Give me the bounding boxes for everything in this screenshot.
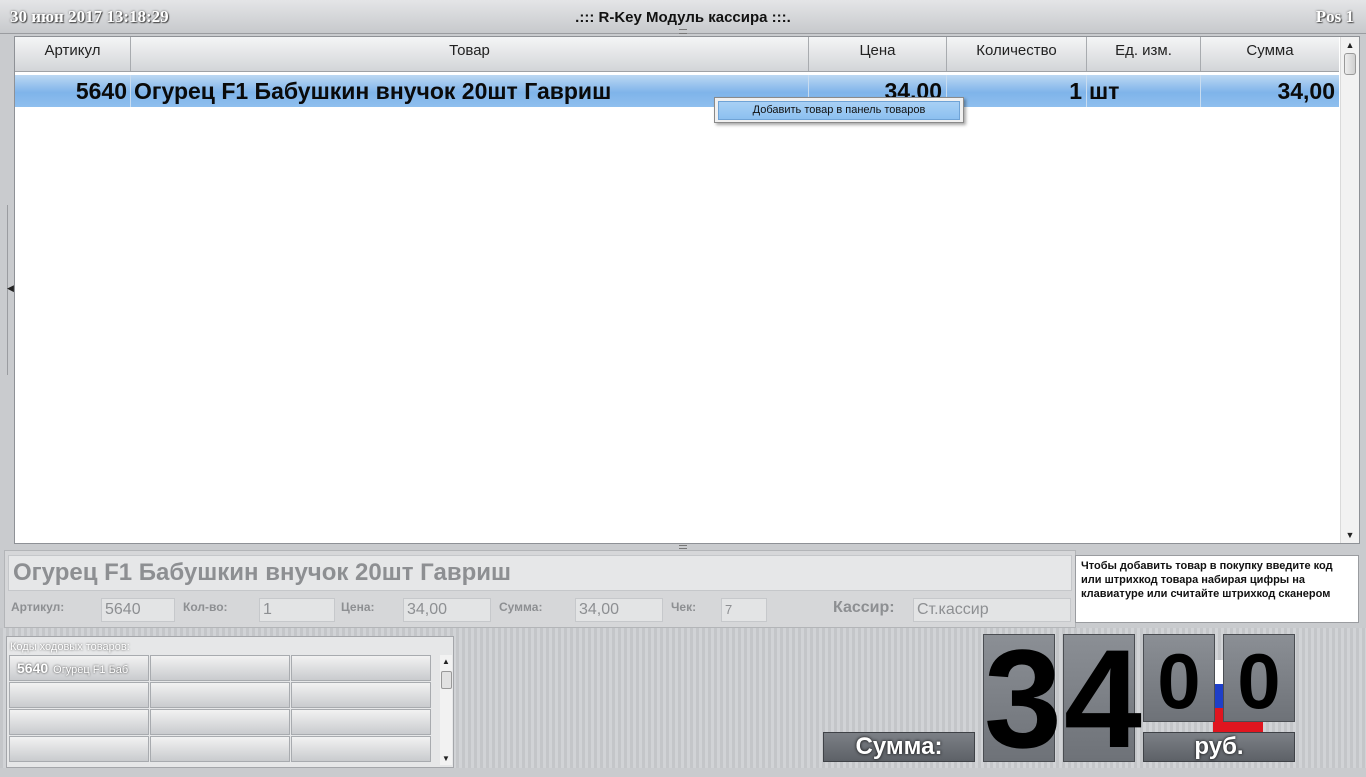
check-label: Чек:: [671, 600, 697, 614]
cell-sum: 34,00: [1277, 78, 1335, 104]
current-product-name: Огурец F1 Бабушкин внучок 20шт Гавриш: [8, 555, 1072, 591]
table-header: Артикул Товар Цена Количество Ед. изм. С…: [15, 37, 1339, 72]
col-qty[interactable]: Количество: [947, 37, 1087, 71]
cell-unit: шт: [1087, 75, 1201, 107]
scroll-thumb[interactable]: [1344, 53, 1356, 75]
item-info-panel: Огурец F1 Бабушкин внучок 20шт Гавриш Ар…: [4, 550, 1076, 628]
chevron-left-icon: ◀: [7, 283, 14, 293]
col-unit[interactable]: Ед. изм.: [1087, 37, 1201, 71]
scroll-down-icon[interactable]: ▼: [1341, 530, 1359, 540]
receipt-table: Артикул Товар Цена Количество Ед. изм. С…: [14, 36, 1360, 544]
article-field: 5640: [101, 598, 175, 622]
total-digit-2: 4: [1063, 620, 1142, 777]
quick-item-slot[interactable]: [150, 736, 290, 762]
total-digit-1: 3: [983, 620, 1062, 777]
col-sum[interactable]: Сумма: [1201, 37, 1339, 71]
article-label: Артикул:: [11, 600, 65, 614]
sum-label: Сумма:: [499, 600, 543, 614]
qty-label: Кол-во:: [183, 600, 228, 614]
quick-item-slot[interactable]: [9, 709, 149, 735]
quick-item-slot[interactable]: [291, 709, 431, 735]
app-title: .::: R-Key Модуль кассира :::.: [575, 9, 791, 26]
quick-item-slot[interactable]: [150, 709, 290, 735]
context-menu: Добавить товар в панель товаров: [714, 97, 964, 123]
total-kopeck-digit-2: 0: [1223, 634, 1295, 725]
table-row[interactable]: 5640 Огурец F1 Бабушкин внучок 20шт Гавр…: [15, 75, 1339, 107]
check-field: 7: [721, 598, 767, 622]
scroll-down-icon[interactable]: ▼: [440, 754, 452, 763]
cashier-label: Кассир:: [833, 599, 895, 616]
cashier-field: Ст.кассир: [913, 598, 1071, 622]
col-price[interactable]: Цена: [809, 37, 947, 71]
qty-field: 1: [259, 598, 335, 622]
total-kopeck-digit-1: 0: [1143, 634, 1215, 725]
hint-box: Чтобы добавить товар в покупку введите к…: [1075, 555, 1359, 623]
context-menu-add-to-panel[interactable]: Добавить товар в панель товаров: [718, 101, 960, 120]
col-article[interactable]: Артикул: [15, 37, 131, 71]
quick-items-label: Коды ходовых товаров:: [10, 641, 130, 653]
quick-item-slot[interactable]: [291, 682, 431, 708]
cell-article: 5640: [15, 75, 131, 107]
total-label: Сумма:: [823, 732, 975, 762]
pos-label: Pos 1: [1315, 7, 1354, 26]
sum-field: 34,00: [575, 598, 663, 622]
splitter-grip[interactable]: [679, 545, 687, 549]
quick-item-slot[interactable]: [9, 736, 149, 762]
quick-item-slot[interactable]: [291, 736, 431, 762]
currency-label: руб.: [1143, 732, 1295, 762]
quick-items-panel: Коды ходовых товаров: 5640 Огурец F1 Баб …: [6, 636, 454, 768]
table-scrollbar[interactable]: ▲ ▼: [1340, 37, 1359, 543]
price-label: Цена:: [341, 600, 375, 614]
scroll-up-icon[interactable]: ▲: [440, 657, 452, 666]
quick-item-slot[interactable]: [150, 655, 290, 681]
cell-qty: 1: [947, 75, 1087, 107]
col-product[interactable]: Товар: [131, 37, 809, 71]
price-field: 34,00: [403, 598, 491, 622]
quick-items-scrollbar[interactable]: ▲ ▼: [440, 655, 452, 765]
scroll-thumb[interactable]: [441, 671, 452, 689]
scroll-up-icon[interactable]: ▲: [1341, 40, 1359, 50]
quick-item[interactable]: 5640 Огурец F1 Баб: [9, 655, 149, 681]
cell-product: Огурец F1 Бабушкин внучок 20шт Гавриш: [131, 75, 809, 107]
quick-item-slot[interactable]: [150, 682, 290, 708]
splitter-grip-top[interactable]: [679, 29, 687, 34]
quick-item-name: Огурец F1 Баб: [53, 664, 129, 676]
quick-item-code: 5640: [17, 660, 49, 676]
side-collapse-handle[interactable]: ◀: [7, 205, 14, 375]
title-bar: 30 июн 2017 13:18:29 .::: R-Key Модуль к…: [0, 0, 1366, 34]
quick-item-slot[interactable]: [9, 682, 149, 708]
quick-item-slot[interactable]: [291, 655, 431, 681]
